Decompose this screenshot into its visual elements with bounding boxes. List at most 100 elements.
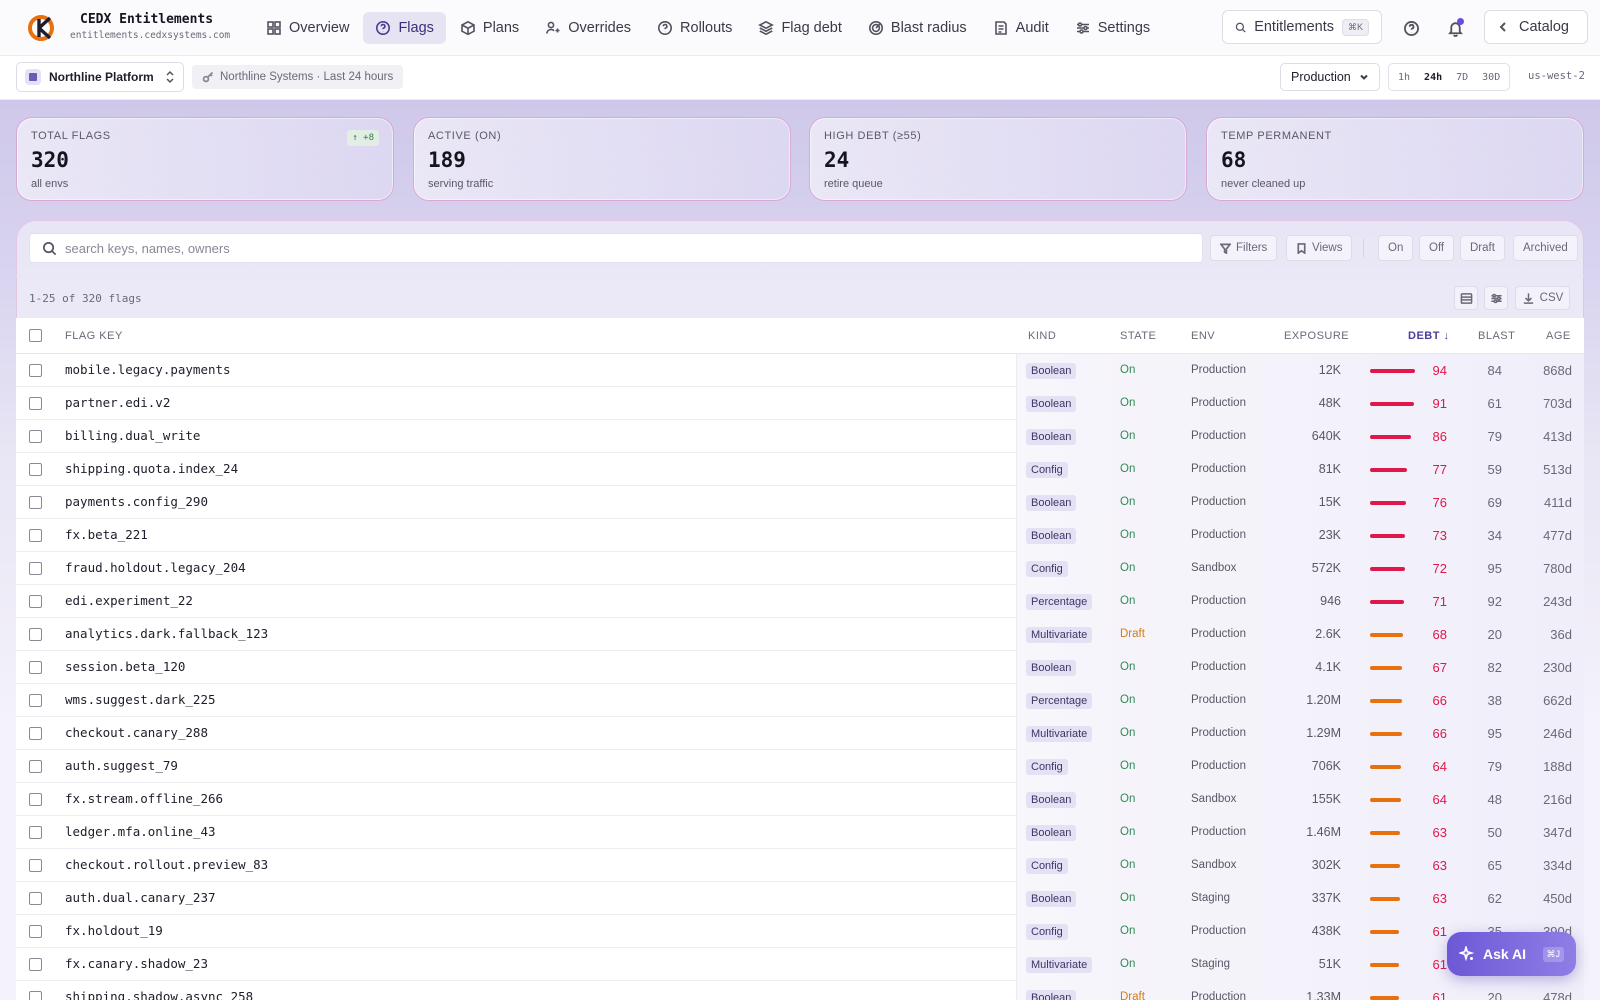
row-checkbox[interactable] xyxy=(29,727,42,740)
nav-blast-radius[interactable]: Blast radius xyxy=(856,12,979,44)
row-checkbox[interactable] xyxy=(29,958,42,971)
table-row[interactable]: fx.holdout_19ConfigOnProduction438K61353… xyxy=(16,915,1584,948)
flag-key[interactable]: payments.config_290 xyxy=(65,494,208,509)
row-checkbox[interactable] xyxy=(29,925,42,938)
cedx-logo-icon[interactable] xyxy=(28,14,56,42)
flag-key[interactable]: auth.suggest_79 xyxy=(65,758,178,773)
table-row[interactable]: analytics.dark.fallback_123 Multivariate D… xyxy=(16,618,1584,651)
nav-settings[interactable]: Settings xyxy=(1063,12,1162,44)
row-checkbox[interactable] xyxy=(29,760,42,773)
flag-key[interactable]: fx.beta_221 xyxy=(65,527,148,542)
table-row[interactable]: fx.beta_221 Boolean On Production 23K 73 34 477… xyxy=(16,519,1584,552)
table-row[interactable]: shipping.quota.index_24 Config On Productio… xyxy=(16,453,1584,486)
table-row[interactable]: fx.canary.shadow_23 Multivariate On Staging… xyxy=(16,948,1584,981)
range-30d[interactable]: 30D xyxy=(1476,68,1506,87)
row-checkbox[interactable] xyxy=(29,463,42,476)
select-all-checkbox[interactable] xyxy=(29,329,42,342)
nav-overview[interactable]: Overview xyxy=(254,12,361,44)
export-csv-button[interactable]: CSV xyxy=(1515,286,1570,310)
ask-ai-button[interactable]: Ask AI ⌘J xyxy=(1447,932,1576,976)
state-chip-off[interactable]: Off xyxy=(1419,235,1455,261)
flag-key[interactable]: checkout.canary_288 xyxy=(65,725,208,740)
catalog-button[interactable]: Catalog xyxy=(1484,10,1588,44)
notifications-button[interactable] xyxy=(1441,14,1469,42)
flag-key[interactable]: checkout.rollout.preview_83 xyxy=(65,857,268,872)
row-checkbox[interactable] xyxy=(29,496,42,509)
help-button[interactable] xyxy=(1397,14,1425,42)
row-checkbox[interactable] xyxy=(29,529,42,542)
col-age[interactable]: Age xyxy=(1546,330,1571,342)
flag-key[interactable]: ledger.mfa.online_43 xyxy=(65,824,216,839)
flag-key[interactable]: session.beta_120 xyxy=(65,659,185,674)
flag-key[interactable]: billing.dual_write xyxy=(65,428,200,443)
global-search-button[interactable]: Entitlements ⌘K xyxy=(1222,10,1382,44)
row-checkbox[interactable] xyxy=(29,793,42,806)
flag-key[interactable]: auth.dual.canary_237 xyxy=(65,890,216,905)
nav-rollouts[interactable]: Rollouts xyxy=(645,12,744,44)
row-checkbox[interactable] xyxy=(29,628,42,641)
nav-flags[interactable]: Flags xyxy=(363,12,446,44)
table-row[interactable]: session.beta_120 Boolean On Production 4.1K 6… xyxy=(16,651,1584,684)
state-chip-on[interactable]: On xyxy=(1378,235,1414,261)
filters-button[interactable]: Filters xyxy=(1210,235,1278,261)
flag-key[interactable]: mobile.legacy.payments xyxy=(65,362,231,377)
col-blast[interactable]: Blast xyxy=(1478,330,1515,342)
row-checkbox[interactable] xyxy=(29,661,42,674)
row-checkbox[interactable] xyxy=(29,859,42,872)
table-row[interactable]: payments.config_290 Boolean On Production 15… xyxy=(16,486,1584,519)
range-24h[interactable]: 24h xyxy=(1418,68,1448,87)
state-chip-draft[interactable]: Draft xyxy=(1460,235,1505,261)
row-checkbox[interactable] xyxy=(29,397,42,410)
table-row[interactable]: auth.dual.canary_237 Boolean On Staging 337K… xyxy=(16,882,1584,915)
row-checkbox[interactable] xyxy=(29,562,42,575)
row-checkbox[interactable] xyxy=(29,826,42,839)
row-checkbox[interactable] xyxy=(29,991,42,1000)
col-env[interactable]: Env xyxy=(1191,330,1215,342)
nav-overrides[interactable]: Overrides xyxy=(533,12,643,44)
table-row[interactable]: checkout.canary_288 Multivariate On Product… xyxy=(16,717,1584,750)
row-checkbox[interactable] xyxy=(29,364,42,377)
range-1h[interactable]: 1h xyxy=(1392,68,1416,87)
flag-key[interactable]: wms.suggest.dark_225 xyxy=(65,692,216,707)
table-row[interactable]: billing.dual_write Boolean On Production 640… xyxy=(16,420,1584,453)
table-row[interactable]: mobile.legacy.payments Boolean On Productio… xyxy=(16,354,1584,387)
views-button[interactable]: Views xyxy=(1286,235,1353,261)
flag-key[interactable]: shipping.quota.index_24 xyxy=(65,461,238,476)
flag-key[interactable]: fx.holdout_19 xyxy=(65,923,163,938)
flag-key[interactable]: fx.stream.offline_266 xyxy=(65,791,223,806)
flag-key[interactable]: partner.edi.v2 xyxy=(65,395,170,410)
workspace-switcher[interactable]: Northline Platform xyxy=(16,62,184,92)
nav-flag-debt[interactable]: Flag debt xyxy=(746,12,853,44)
flag-key[interactable]: fraud.holdout.legacy_204 xyxy=(65,560,246,575)
col-debt[interactable]: Debt ↓ xyxy=(1408,330,1450,342)
col-state[interactable]: State xyxy=(1120,330,1156,342)
table-row[interactable]: wms.suggest.dark_225 Percentage On Producti… xyxy=(16,684,1584,717)
row-checkbox[interactable] xyxy=(29,430,42,443)
environment-select[interactable]: Production xyxy=(1280,63,1380,91)
nav-audit[interactable]: Audit xyxy=(981,12,1061,44)
row-checkbox[interactable] xyxy=(29,892,42,905)
col-exposure[interactable]: Exposure xyxy=(1284,330,1349,342)
flag-key[interactable]: edi.experiment_22 xyxy=(65,593,193,608)
table-row[interactable]: auth.suggest_79 Config On Production 706K 64 7… xyxy=(16,750,1584,783)
table-row[interactable]: fx.stream.offline_266 Boolean On Sandbox 155… xyxy=(16,783,1584,816)
table-row[interactable]: partner.edi.v2 Boolean On Production 48K 91 61… xyxy=(16,387,1584,420)
table-row[interactable]: checkout.rollout.preview_83 Config On Sandb… xyxy=(16,849,1584,882)
table-row[interactable]: shipping.shadow.async_258 Boolean Draft Pro… xyxy=(16,981,1584,1000)
flag-search-input[interactable]: search keys, names, owners xyxy=(29,233,1203,263)
flag-key[interactable]: analytics.dark.fallback_123 xyxy=(65,626,268,641)
col-kind[interactable]: Kind xyxy=(1028,330,1056,342)
range-7d[interactable]: 7D xyxy=(1450,68,1474,87)
state-chip-archived[interactable]: Archived xyxy=(1513,235,1578,261)
table-row[interactable]: edi.experiment_22 Percentage On Production 9… xyxy=(16,585,1584,618)
density-button[interactable] xyxy=(1454,286,1478,310)
table-row[interactable]: ledger.mfa.online_43 Boolean On Production 1… xyxy=(16,816,1584,849)
col-flag-key[interactable]: Flag key xyxy=(65,330,123,342)
row-checkbox[interactable] xyxy=(29,595,42,608)
columns-button[interactable] xyxy=(1484,286,1508,310)
flag-key[interactable]: shipping.shadow.async_258 xyxy=(65,989,253,1000)
nav-plans[interactable]: Plans xyxy=(448,12,531,44)
flag-key[interactable]: fx.canary.shadow_23 xyxy=(65,956,208,971)
table-row[interactable]: fraud.holdout.legacy_204 Config On Sandbox 5… xyxy=(16,552,1584,585)
row-checkbox[interactable] xyxy=(29,694,42,707)
